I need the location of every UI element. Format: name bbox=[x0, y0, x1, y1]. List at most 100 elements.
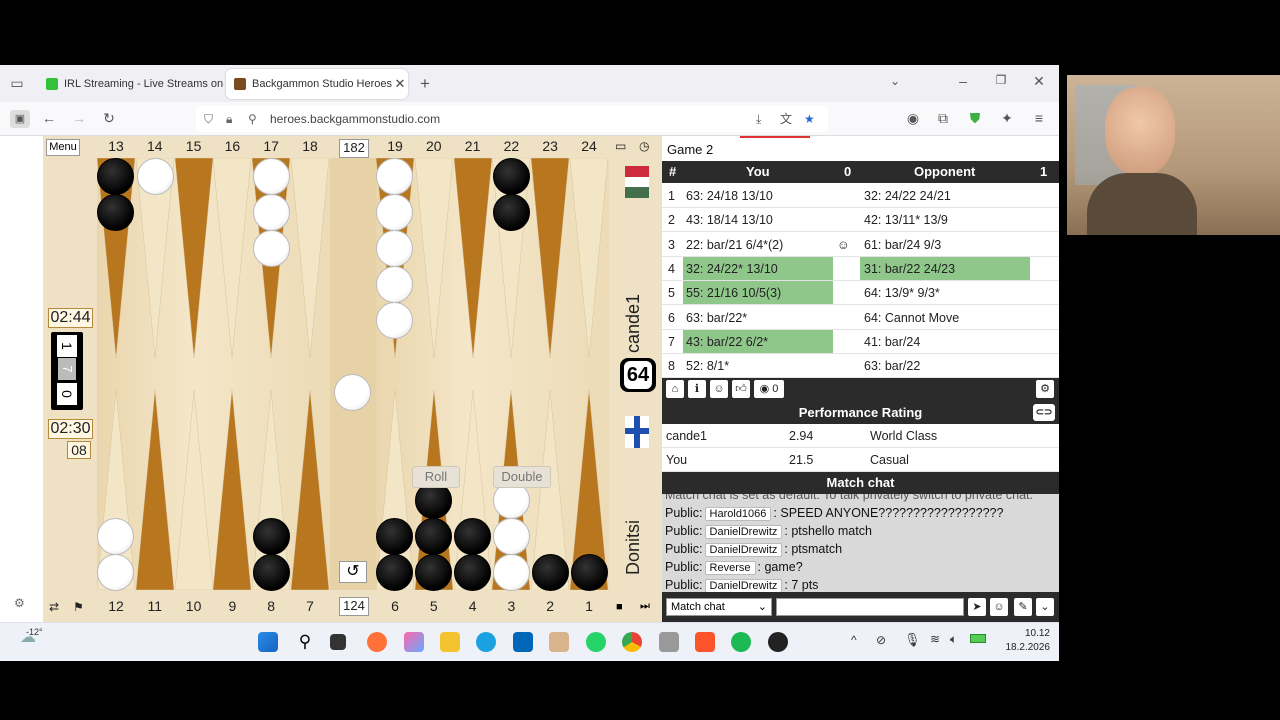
black-checker[interactable] bbox=[415, 554, 452, 591]
close-window-icon[interactable]: ✕ bbox=[1030, 73, 1048, 90]
black-checker[interactable] bbox=[571, 554, 608, 591]
black-checker[interactable] bbox=[376, 554, 413, 591]
emoji-picker-icon[interactable]: ☺ bbox=[990, 598, 1008, 616]
extensions-icon[interactable]: ⧉ bbox=[934, 110, 952, 127]
menu-hamburger-icon[interactable]: ≡ bbox=[1030, 110, 1048, 126]
views-counter[interactable]: ◉ 0 bbox=[754, 380, 784, 398]
tab-list-icon[interactable]: ▭ bbox=[8, 75, 26, 92]
black-checker[interactable] bbox=[532, 554, 569, 591]
white-checker[interactable] bbox=[376, 302, 413, 339]
chat-menu-icon[interactable]: ⌄ bbox=[1036, 598, 1054, 616]
move-row[interactable]: 8 52: 8/1* 63: bar/22 bbox=[662, 354, 1059, 379]
sidebar-icon[interactable]: ▣ bbox=[10, 110, 30, 128]
black-checker[interactable] bbox=[454, 554, 491, 591]
home-icon[interactable]: ⌂ bbox=[666, 380, 684, 398]
black-checker[interactable] bbox=[493, 158, 530, 195]
point-triangle[interactable] bbox=[174, 158, 213, 358]
white-checker[interactable] bbox=[334, 374, 371, 411]
swap-icon[interactable]: ⇄ bbox=[49, 600, 59, 614]
undo-button[interactable]: ↺ bbox=[339, 561, 367, 583]
chat-user[interactable]: DanielDrewitz bbox=[704, 579, 783, 592]
task-view-icon[interactable] bbox=[330, 634, 346, 650]
chatgpt-icon[interactable] bbox=[768, 632, 788, 652]
black-checker[interactable] bbox=[253, 554, 290, 591]
point-triangle[interactable] bbox=[135, 390, 174, 590]
white-checker[interactable] bbox=[493, 518, 530, 555]
forward-icon[interactable]: → bbox=[70, 110, 88, 126]
store-icon[interactable] bbox=[513, 632, 533, 652]
point-triangle[interactable] bbox=[213, 390, 252, 590]
double-button[interactable]: Double bbox=[493, 466, 551, 488]
white-checker[interactable] bbox=[376, 266, 413, 303]
move-row[interactable]: 1 63: 24/18 13/10 32: 24/22 24/21 bbox=[662, 184, 1059, 208]
point-triangle[interactable] bbox=[174, 390, 213, 590]
flag-icon[interactable]: ⚑ bbox=[73, 600, 84, 614]
black-checker[interactable] bbox=[97, 194, 134, 231]
point-triangle[interactable] bbox=[213, 158, 252, 358]
microphone-icon[interactable]: 🎙︎ bbox=[904, 632, 921, 648]
account-icon[interactable]: ◉ bbox=[904, 110, 922, 127]
tab-irl-streaming[interactable]: IRL Streaming - Live Streams on bbox=[38, 69, 224, 99]
send-icon[interactable]: ➤ bbox=[968, 598, 986, 616]
game-app-icon[interactable] bbox=[549, 632, 569, 652]
chat-channel-select[interactable]: Match chat ⌄ bbox=[666, 598, 772, 616]
toggle-icon[interactable]: ⊂⊃ bbox=[1033, 404, 1055, 421]
site-settings-icon[interactable]: ⚲ bbox=[248, 106, 257, 132]
white-checker[interactable] bbox=[493, 554, 530, 591]
reload-icon[interactable]: ↻ bbox=[100, 110, 118, 127]
thumbs-up-icon[interactable]: 👍︎ bbox=[732, 380, 750, 398]
white-checker[interactable] bbox=[376, 230, 413, 267]
point-triangle[interactable] bbox=[453, 158, 492, 358]
skip-forward-icon[interactable]: ⏭ bbox=[640, 600, 650, 613]
search-icon[interactable]: ⚲ bbox=[295, 632, 315, 652]
move-row[interactable]: 2 43: 18/14 13/10 42: 13/11* 13/9 bbox=[662, 208, 1059, 233]
chat-input[interactable] bbox=[776, 598, 964, 616]
move-row[interactable]: 6 63: bar/22* 64: Cannot Move bbox=[662, 306, 1059, 330]
chat-user[interactable]: Reverse bbox=[704, 561, 756, 575]
move-row[interactable]: 5 55: 21/16 10/5(3) 64: 13/9* 9/3* bbox=[662, 281, 1059, 306]
tray-chevron-icon[interactable]: ^ bbox=[851, 633, 857, 647]
settings-icon[interactable]: ⚙ bbox=[1036, 380, 1054, 398]
whatsapp-icon[interactable] bbox=[586, 632, 606, 652]
white-checker[interactable] bbox=[97, 554, 134, 591]
brave-icon[interactable] bbox=[695, 632, 715, 652]
spotify-icon[interactable] bbox=[731, 632, 751, 652]
move-row[interactable]: 7 43: bar/22 6/2* 41: bar/24 bbox=[662, 329, 1059, 354]
move-row[interactable]: 3 22: bar/21 6/4*(2) ☺ 61: bar/24 9/3 bbox=[662, 233, 1059, 257]
chat-user[interactable]: Harold1066 bbox=[704, 507, 772, 521]
black-checker[interactable] bbox=[415, 518, 452, 555]
settings-gear-icon[interactable]: ⚙ bbox=[14, 596, 25, 610]
point-triangle[interactable] bbox=[414, 158, 453, 358]
point-triangle[interactable] bbox=[531, 158, 570, 358]
point-triangle[interactable] bbox=[291, 158, 329, 358]
close-tab-icon[interactable]: ✕ bbox=[392, 76, 408, 92]
start-icon[interactable] bbox=[258, 632, 278, 652]
white-checker[interactable] bbox=[97, 518, 134, 555]
point-triangle[interactable] bbox=[570, 158, 608, 358]
chevron-down-icon[interactable]: ⌄ bbox=[886, 74, 904, 88]
chat-user[interactable]: DanielDrewitz bbox=[704, 543, 783, 557]
record-icon[interactable]: ■ bbox=[616, 601, 623, 613]
bookmark-star-icon[interactable]: ★ bbox=[804, 106, 815, 132]
copilot-icon[interactable] bbox=[404, 632, 424, 652]
black-checker[interactable] bbox=[97, 158, 134, 195]
white-checker[interactable] bbox=[253, 194, 290, 231]
white-checker[interactable] bbox=[376, 194, 413, 231]
translate-icon[interactable]: 文 bbox=[780, 106, 792, 132]
white-checker[interactable] bbox=[376, 158, 413, 195]
move-row[interactable]: 4 32: 24/22* 13/10 31: bar/22 24/23 bbox=[662, 256, 1059, 281]
white-checker[interactable] bbox=[137, 158, 174, 195]
edge-icon[interactable] bbox=[476, 632, 496, 652]
white-checker[interactable] bbox=[253, 230, 290, 267]
chat-user[interactable]: DanielDrewitz bbox=[704, 525, 783, 539]
wifi-icon[interactable]: ≋ bbox=[930, 632, 940, 646]
menu-button[interactable]: Menu bbox=[46, 139, 80, 156]
black-checker[interactable] bbox=[454, 518, 491, 555]
clock-icon[interactable]: ◷ bbox=[639, 139, 649, 153]
back-icon[interactable]: ← bbox=[40, 110, 58, 126]
black-checker[interactable] bbox=[376, 518, 413, 555]
volume-icon[interactable]: 🔈︎ bbox=[950, 632, 957, 647]
roll-button[interactable]: Roll bbox=[412, 466, 460, 488]
address-bar[interactable]: ⛉ 🔒︎ ⚲ heroes.backgammonstudio.com ⤓ 文 ★ bbox=[196, 106, 828, 132]
puzzle-icon[interactable]: ✦ bbox=[998, 110, 1016, 127]
